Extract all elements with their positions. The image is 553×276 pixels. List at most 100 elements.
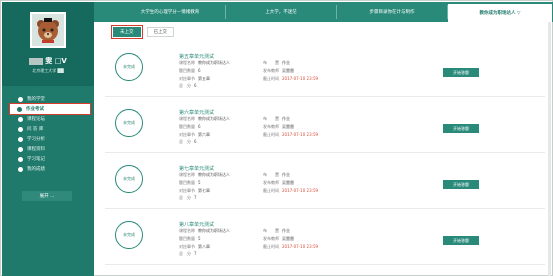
type-value: 作业 [282,60,290,65]
count-value: 6 [198,123,201,129]
start-answer-button[interactable]: 开始答题 [443,124,479,133]
field-label: 对应章节 [179,131,195,137]
sidebar-item-label: 学习笔记 [27,157,45,162]
exam-icon [17,106,22,112]
score-value: 7 [194,251,197,257]
avatar[interactable] [30,12,66,48]
assignment-list: 未完成 第五章单元测试 课程名称 教你成为职场达人 布 置作业 题目数量 6 发布教… [105,41,545,265]
submission-filter: 未上交 已上交 [111,25,174,39]
assignment-title[interactable]: 第八章单元测试 [179,221,214,228]
list-item: 未完成 第八章单元测试 课程名称 教你成为职场达人 布 置作业 题目数量 5 发布教… [105,209,545,265]
score-field: 总 分7 [179,195,263,201]
publisher-field: 发布教师 吴雷雷 [263,68,373,74]
tab-course-college[interactable]: 上大学，不迷茫 [226,2,336,22]
grade-icon [18,166,23,172]
material-icon [18,146,23,152]
publisher-value: 吴雷雷 [282,235,294,241]
field-label: 发布教师 [263,67,279,73]
assignment-title[interactable]: 第六章单元测试 [179,109,214,116]
course-field: 课程名称 教你成为职场达人 [179,116,263,122]
field-label: 总 分 [179,139,191,145]
field-label: 总 分 [179,195,191,201]
field-label: 总 分 [179,251,191,257]
username: 雯 □V [2,56,94,66]
course-field: 课程名称 教你成为职场达人 [179,172,263,178]
chapter-field: 对应章节 第六章 [179,132,263,138]
chapter-value: 第五章 [198,75,210,81]
sidebar-item-label: 学习分析 [27,137,45,142]
collapse-button[interactable]: 展开 ... [22,191,72,201]
field-label: 对应章节 [179,187,195,193]
start-answer-button[interactable]: 开始答题 [443,68,479,77]
forum-icon [18,116,23,122]
status-badge: 未完成 [115,221,143,249]
field-label: 课程名称 [179,60,195,65]
start-answer-button[interactable]: 开始答题 [443,180,479,189]
score-value: 6 [194,139,197,145]
field-label: 课程名称 [179,116,195,121]
start-answer-button[interactable]: 开始答题 [443,236,479,245]
username-redacted [29,57,44,65]
chapter-value: 第六章 [198,131,210,137]
tab-course-career[interactable]: 教你成为职场达人 ▽ [448,2,552,22]
scrollbar[interactable] [548,22,551,276]
course-value: 教你成为职场达人 [198,60,230,65]
count-value: 5 [198,235,201,241]
publisher-field: 发布教师 吴雷雷 [263,236,373,242]
list-item: 未完成 第五章单元测试 课程名称 教你成为职场达人 布 置作业 题目数量 6 发布教… [105,41,545,97]
sidebar-item-forum[interactable]: 课程论坛 [2,114,94,124]
filter-submitted-button[interactable]: 已上交 [146,27,174,37]
field-label: 截止时间 [263,131,279,137]
analysis-icon [18,136,23,142]
question-icon [18,126,23,132]
sidebar-item-analysis[interactable]: 学习分析 [2,134,94,144]
filter-unsubmitted-button[interactable]: 未上交 [111,25,143,39]
course-field: 课程名称 教你成为职场达人 [179,60,263,66]
field-label: 布 置 [263,116,279,121]
status-badge: 未完成 [115,53,143,81]
type-value: 作业 [282,116,290,121]
type-field: 布 置作业 [263,60,373,66]
deadline-field: 截止时间 2017-07-10 23:59 [263,188,373,194]
deadline-value: 2017-07-10 23:59 [282,75,319,81]
assignment-title[interactable]: 第七章单元测试 [179,165,214,172]
deadline-field: 截止时间 2017-07-10 23:59 [263,132,373,138]
type-field: 布 置作业 [263,116,373,122]
chapter-value: 第七章 [198,187,210,193]
sidebar-item-homework-exams[interactable]: 作业考试 [9,103,91,115]
tabs-spacer [94,2,115,22]
sidebar-menu: 我的学堂 作业考试 课程论坛 问 答 库 学习分析 课程资料 学习笔记 我的成绩 [2,94,94,174]
chapter-value: 第八章 [198,243,210,249]
sidebar-item-notes[interactable]: 学习笔记 [2,154,94,164]
type-value: 作业 [282,172,290,177]
deadline-value: 2017-07-10 23:59 [282,187,319,193]
sidebar-item-qa[interactable]: 问 答 库 [2,124,94,134]
score-field: 总 分7 [179,251,263,257]
field-label: 课程名称 [179,172,195,177]
status-badge: 未完成 [115,165,143,193]
tab-course-design[interactable]: 步骤目录你在计与制作 [337,2,447,22]
field-label: 课程名称 [179,228,195,233]
deadline-value: 2017-07-10 23:59 [282,243,319,249]
chapter-field: 对应章节 第五章 [179,76,263,82]
tab-course-psychology[interactable]: 大学生的心理学分—情绪教育 [115,2,225,22]
field-label: 题目数量 [179,235,195,241]
publisher-value: 吴雷雷 [282,67,294,73]
assignment-details: 课程名称 教你成为职场达人 布 置作业 题目数量 5 发布教师 吴雷雷 对应章节 第七章… [179,172,373,201]
user-panel: 雯 □V 北京理工大学 ██ [2,2,94,86]
field-label: 对应章节 [179,243,195,249]
publisher-field: 发布教师 吴雷雷 [263,124,373,130]
course-value: 教你成为职场达人 [198,116,230,121]
field-label: 发布教师 [263,235,279,241]
sidebar: 雯 □V 北京理工大学 ██ 我的学堂 作业考试 课程论坛 问 答 库 学习分析… [2,2,94,276]
sidebar-item-grades[interactable]: 我的成绩 [2,164,94,174]
score-value: 7 [194,195,197,201]
field-label: 布 置 [263,228,279,233]
field-label: 布 置 [263,60,279,65]
sidebar-item-my-school[interactable]: 我的学堂 [2,94,94,104]
deadline-field: 截止时间 2017-07-10 23:59 [263,76,373,82]
assignment-title[interactable]: 第五章单元测试 [179,53,214,60]
field-label: 题目数量 [179,67,195,73]
type-field: 布 置作业 [263,172,373,178]
sidebar-item-materials[interactable]: 课程资料 [2,144,94,154]
